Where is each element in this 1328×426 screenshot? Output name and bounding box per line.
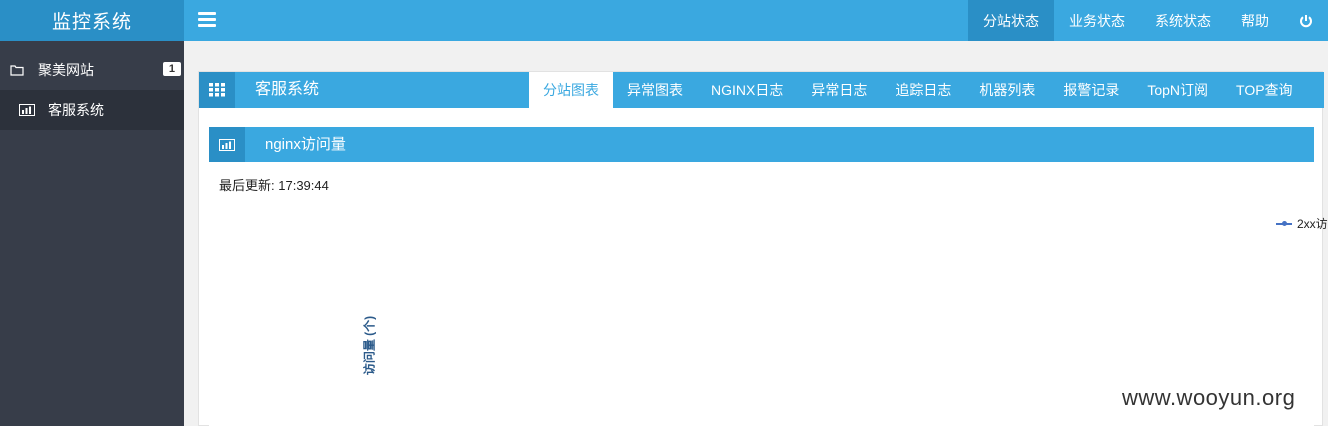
y-axis-label: 访问量 (个)	[362, 315, 377, 376]
tab-machine-list[interactable]: 机器列表	[965, 72, 1049, 108]
sidebar-item-label: 聚美网站	[38, 62, 94, 78]
topnav-station-status[interactable]: 分站状态	[968, 0, 1054, 41]
grid-icon	[199, 72, 235, 108]
topnav-business-status[interactable]: 业务状态	[1054, 0, 1140, 41]
count-badge: 1	[162, 62, 181, 76]
power-icon[interactable]	[1284, 0, 1328, 41]
tab-nginx-log[interactable]: NGINX日志	[697, 72, 797, 108]
panel-title: 客服系统	[255, 81, 320, 98]
main-panel: 客服系统 分站图表 异常图表 NGINX日志 异常日志 追踪日志 机器列表 报警…	[198, 71, 1328, 426]
chart-bar-icon	[209, 127, 245, 162]
sidebar: 聚美网站 1 客服系统	[0, 41, 184, 426]
topnav-system-status[interactable]: 系统状态	[1140, 0, 1226, 41]
topnav-help[interactable]: 帮助	[1226, 0, 1284, 41]
watermark: www.wooyun.org	[1122, 385, 1296, 410]
folder-icon	[8, 64, 26, 76]
sidebar-item-jumei-site[interactable]: 聚美网站 1	[0, 50, 184, 90]
last-updated-label: 最后更新:	[219, 178, 275, 193]
top-nav: 分站状态 业务状态 系统状态 帮助	[968, 0, 1328, 41]
top-bar: 监控系统 分站状态 业务状态 系统状态 帮助	[0, 0, 1328, 41]
tab-topn-subscribe[interactable]: TopN订阅	[1133, 72, 1222, 108]
last-updated-time: 17:39:44	[278, 178, 329, 193]
panel-tabs: 分站图表 异常图表 NGINX日志 异常日志 追踪日志 机器列表 报警记录 To…	[529, 72, 1307, 108]
app-title[interactable]: 监控系统	[0, 0, 184, 41]
legend-series-name: 2xx访	[1297, 217, 1328, 231]
chart-legend[interactable]: 2xx访	[1276, 215, 1328, 232]
chart-panel-title: nginx访问量	[265, 136, 346, 153]
panel-header: 客服系统 分站图表 异常图表 NGINX日志 异常日志 追踪日志 机器列表 报警…	[199, 72, 1324, 108]
legend-line-marker	[1276, 220, 1292, 226]
tab-station-chart[interactable]: 分站图表	[529, 72, 613, 108]
sidebar-item-customer-service[interactable]: 客服系统	[0, 90, 184, 130]
sidebar-item-label: 客服系统	[48, 102, 104, 118]
tab-error-chart[interactable]: 异常图表	[613, 72, 697, 108]
chart-bar-icon	[18, 104, 36, 116]
tab-error-log[interactable]: 异常日志	[797, 72, 881, 108]
tab-alarm-record[interactable]: 报警记录	[1049, 72, 1133, 108]
menu-toggle-icon[interactable]	[198, 12, 216, 28]
chart-panel-header: nginx访问量	[209, 127, 1314, 162]
tab-top-query[interactable]: TOP查询	[1222, 72, 1307, 108]
chart-panel: nginx访问量 最后更新: 17:39:44 2xx访 访问量 (个)	[209, 127, 1328, 426]
tab-trace-log[interactable]: 追踪日志	[881, 72, 965, 108]
last-updated: 最后更新: 17:39:44	[219, 175, 329, 194]
